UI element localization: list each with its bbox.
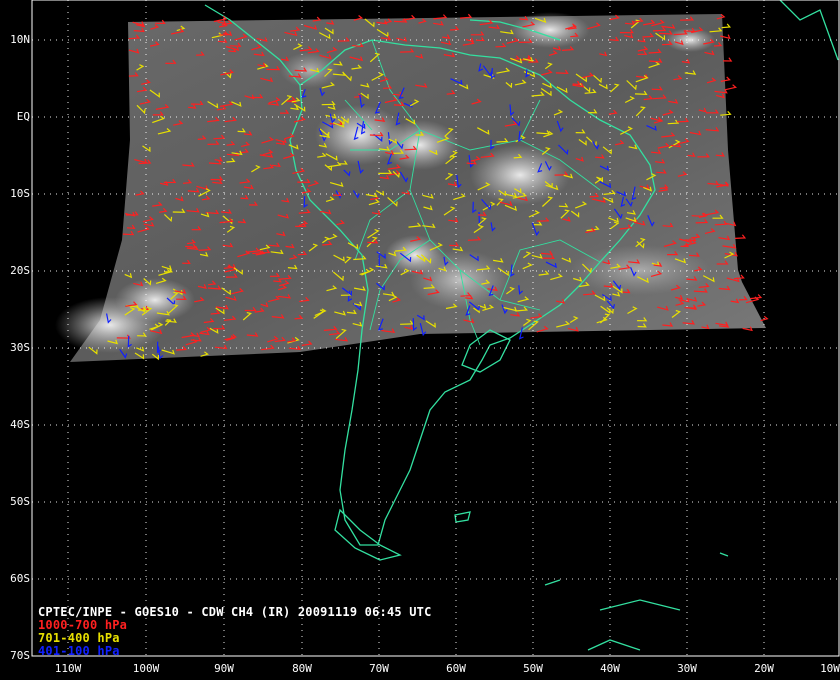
wind-barb — [721, 23, 732, 29]
lon-tick-label: 70W — [369, 662, 389, 675]
lat-tick-label: 20S — [10, 264, 30, 277]
legend-mid-level: 701-400 hPa — [38, 631, 120, 645]
lon-tick-label: 110W — [54, 662, 82, 675]
wind-barb — [724, 84, 738, 91]
wind-barb — [433, 14, 448, 20]
antarctic-fragments — [544, 552, 729, 651]
lat-tick-label: EQ — [16, 110, 30, 123]
lon-tick-label: 60W — [446, 662, 466, 675]
map-canvas — [31, 0, 840, 657]
legend-low-level: 1000-700 hPa — [38, 618, 128, 632]
lat-tick-label: 40S — [10, 418, 30, 431]
lon-tick-label: 10W — [820, 662, 840, 675]
map-title: CPTEC/INPE - GOES10 - CDW CH4 (IR) 20091… — [38, 605, 432, 619]
wind-barb — [734, 234, 747, 239]
lon-tick-label: 80W — [292, 662, 312, 675]
lon-tick-label: 30W — [677, 662, 697, 675]
lat-tick-label: 30S — [10, 341, 30, 354]
lat-tick-label: 60S — [10, 572, 30, 585]
lon-tick-label: 50W — [523, 662, 543, 675]
lat-tick-label: 50S — [10, 495, 30, 508]
lat-tick-label: 10N — [10, 33, 30, 46]
lon-tick-label: 90W — [214, 662, 234, 675]
satellite-map: 10N EQ 10S 20S 30S 40S 50S 60S 70S 110W 100W 90W 80… — [0, 0, 840, 680]
legend-high-level: 401-100 hPa — [38, 644, 120, 658]
wind-barb — [312, 16, 322, 22]
lon-tick-label: 20W — [754, 662, 774, 675]
wind-barb — [723, 57, 733, 62]
wind-barb — [459, 13, 473, 19]
lon-tick-label: 100W — [132, 662, 160, 675]
lat-tick-label: 70S — [10, 649, 30, 662]
lon-tick-label: 40W — [600, 662, 620, 675]
lat-tick-label: 10S — [10, 187, 30, 200]
uruguay-outline — [461, 329, 511, 373]
falklands-outline — [454, 511, 471, 523]
wind-barb — [750, 294, 763, 300]
